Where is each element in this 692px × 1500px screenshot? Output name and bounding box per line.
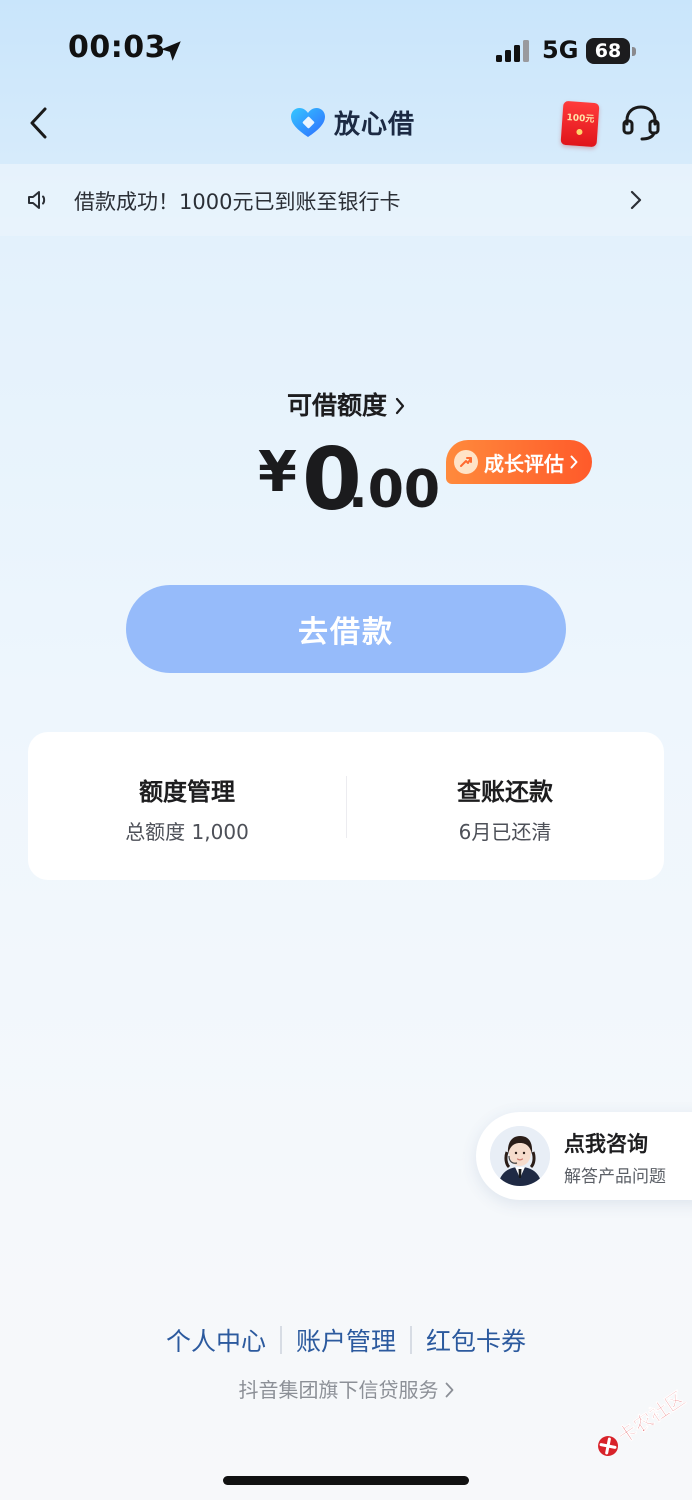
bill-repayment-title: 查账还款 [457, 778, 553, 806]
chevron-right-icon [570, 455, 578, 469]
nav-bar: 放心借 100元 [0, 84, 692, 162]
credit-limit-label-text: 可借额度 [286, 391, 387, 420]
battery-level: 68 [594, 40, 622, 62]
location-arrow-icon [161, 41, 181, 61]
headset-icon[interactable] [620, 102, 662, 144]
chevron-right-icon [445, 1382, 453, 1398]
footer-link-coupons[interactable]: 红包卡券 [412, 1322, 540, 1358]
home-indicator[interactable] [223, 1476, 469, 1485]
bill-repayment[interactable]: 查账还款 6月已还清 [346, 732, 664, 880]
footer-note[interactable]: 抖音集团旗下信贷服务 [0, 1374, 692, 1403]
footer-link-personal-center[interactable]: 个人中心 [152, 1322, 280, 1358]
amount-decimal: .00 [348, 460, 441, 520]
status-time: 00:03 [68, 30, 166, 65]
redpacket-label: 100元 [566, 113, 595, 125]
heart-logo-icon [291, 107, 325, 137]
speaker-icon [28, 191, 46, 209]
credit-limit-label[interactable]: 可借额度 [0, 386, 692, 422]
growth-assessment-badge[interactable]: 成长评估 [446, 440, 592, 484]
redpacket-icon[interactable]: 100元 [560, 100, 600, 148]
footer-link-account-management[interactable]: 账户管理 [282, 1322, 410, 1358]
consult-button[interactable]: 点我咨询 解答产品问题 [476, 1112, 692, 1200]
battery-icon: 68 [586, 38, 630, 64]
growth-assessment-label: 成长评估 [484, 451, 564, 476]
brand-name: 放心借 [334, 110, 416, 140]
brand: 放心借 [290, 104, 415, 141]
growth-arrow-icon [454, 450, 478, 474]
footer-note-text: 抖音集团旗下信贷服务 [238, 1378, 439, 1402]
signal-icon [496, 40, 529, 62]
chevron-right-icon [395, 397, 405, 415]
limit-management-subtitle: 总额度 1,000 [125, 820, 249, 844]
agent-avatar [490, 1126, 550, 1186]
limit-management[interactable]: 额度管理 总额度 1,000 [28, 732, 346, 880]
redpacket-dot [576, 128, 583, 136]
battery-cap [632, 47, 636, 56]
limit-management-title: 额度管理 [139, 778, 235, 806]
notice-text: 借款成功！1000元已到账至银行卡 [74, 190, 401, 214]
network-type: 5G [542, 36, 579, 64]
account-card: 额度管理 总额度 1,000 查账还款 6月已还清 [28, 732, 664, 880]
consult-subtitle: 解答产品问题 [564, 1167, 666, 1187]
bill-repayment-subtitle: 6月已还清 [458, 820, 552, 844]
consult-title: 点我咨询 [564, 1132, 648, 1156]
currency-symbol: ¥ [258, 440, 297, 505]
chevron-right-icon [630, 190, 642, 210]
notice-bar[interactable]: 借款成功！1000元已到账至银行卡 [0, 164, 692, 236]
chevron-left-icon[interactable] [26, 104, 52, 142]
borrow-button[interactable]: 去借款 [126, 585, 566, 673]
footer-links: 个人中心 账户管理 红包卡券 [0, 1322, 692, 1358]
